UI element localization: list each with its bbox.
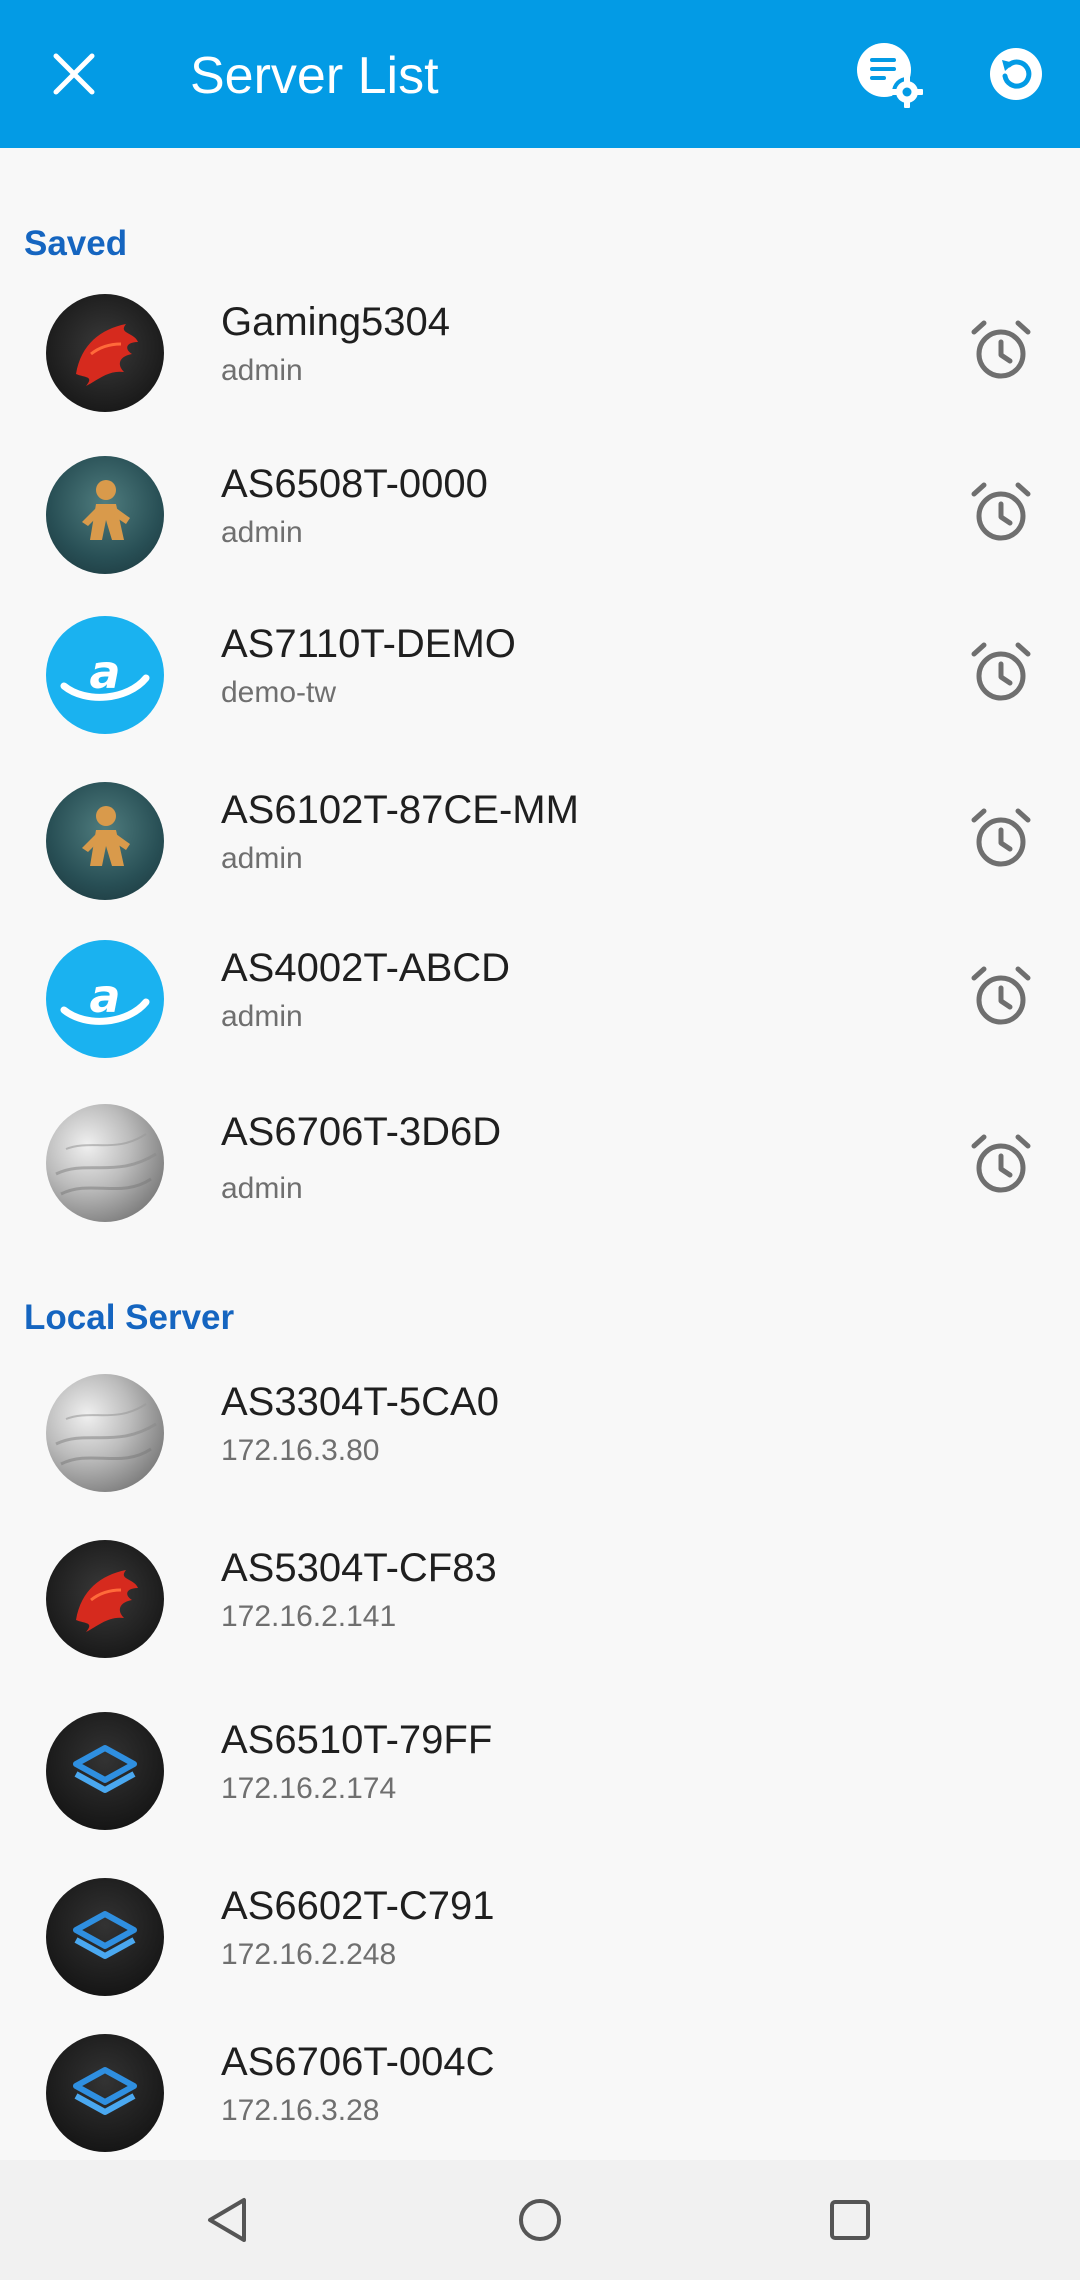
marble-texture-icon	[55, 1403, 157, 1466]
local-server-item[interactable]: AS5304T-CF83 172.16.2.141	[0, 1524, 1080, 1674]
close-button[interactable]	[40, 40, 108, 108]
server-avatar-figure	[46, 782, 164, 900]
server-avatar-asus: a	[46, 940, 164, 1058]
server-avatar-dragon	[46, 294, 164, 412]
svg-text:a: a	[89, 645, 120, 699]
saved-server-item[interactable]: Gaming5304 admin	[0, 278, 1080, 428]
refresh-button[interactable]	[978, 36, 1054, 112]
server-name: Gaming5304	[221, 300, 451, 344]
server-name: AS5304T-CF83	[221, 1546, 497, 1590]
saved-server-item[interactable]: a AS4002T-ABCD admin	[0, 924, 1080, 1074]
section-header-saved: Saved	[24, 224, 128, 263]
server-user: admin	[221, 1172, 303, 1205]
system-navigation-bar	[0, 2160, 1080, 2280]
marble-texture-icon	[55, 1133, 157, 1196]
server-list-screen: Server List Saved Gaming5304 admin AS650…	[0, 0, 1080, 2280]
manage-servers-button[interactable]	[852, 36, 928, 112]
server-ip: 172.16.3.80	[221, 1434, 380, 1467]
svg-text:a: a	[89, 969, 120, 1023]
server-name: AS6510T-79FF	[221, 1718, 493, 1762]
alarm-clock-icon[interactable]	[968, 640, 1034, 706]
local-server-item[interactable]: AS6602T-C791 172.16.2.248	[0, 1862, 1080, 2012]
server-user: admin	[221, 516, 303, 549]
server-name: AS6706T-3D6D	[221, 1110, 502, 1154]
dragon-icon	[76, 324, 138, 386]
saved-server-item[interactable]: AS6102T-87CE-MM admin	[0, 766, 1080, 916]
figure-icon	[82, 480, 130, 540]
server-ip: 172.16.2.248	[221, 1938, 397, 1971]
server-avatar-dragon	[46, 1540, 164, 1658]
home-circle-icon[interactable]	[506, 2186, 574, 2254]
server-avatar-layers	[46, 1712, 164, 1830]
local-server-item[interactable]: AS6706T-004C 172.16.3.28	[0, 2018, 1080, 2168]
server-avatar-figure	[46, 456, 164, 574]
server-ip: 172.16.2.141	[221, 1600, 397, 1633]
refresh-icon	[990, 48, 1042, 100]
server-name: AS6102T-87CE-MM	[221, 788, 579, 832]
server-name: AS6508T-0000	[221, 462, 488, 506]
server-user: admin	[221, 1000, 303, 1033]
alarm-clock-icon[interactable]	[968, 480, 1034, 546]
alarm-clock-icon[interactable]	[968, 964, 1034, 1030]
saved-server-item[interactable]: AS6508T-0000 admin	[0, 440, 1080, 590]
server-avatar-marble	[46, 1104, 164, 1222]
saved-server-item[interactable]: a AS7110T-DEMO demo-tw	[0, 600, 1080, 750]
figure-icon	[82, 806, 130, 866]
asustor-logo-icon: a	[60, 645, 150, 701]
server-ip: 172.16.3.28	[221, 2094, 380, 2127]
server-name: AS4002T-ABCD	[221, 946, 511, 990]
alarm-clock-icon[interactable]	[968, 318, 1034, 384]
local-server-item[interactable]: AS3304T-5CA0 172.16.3.80	[0, 1358, 1080, 1508]
page-title: Server List	[190, 47, 439, 105]
server-avatar-marble	[46, 1374, 164, 1492]
server-name: AS6602T-C791	[221, 1884, 495, 1928]
list-settings-icon	[857, 43, 923, 108]
saved-server-item[interactable]: AS6706T-3D6D admin	[0, 1088, 1080, 1238]
recents-square-icon[interactable]	[816, 2186, 884, 2254]
server-avatar-layers	[46, 2034, 164, 2152]
layers-logo-icon	[73, 1911, 137, 1959]
server-ip: 172.16.2.174	[221, 1772, 397, 1805]
app-bar: Server List	[0, 0, 1080, 148]
back-triangle-icon[interactable]	[194, 2186, 262, 2254]
alarm-clock-icon[interactable]	[968, 806, 1034, 872]
local-server-item[interactable]: AS6510T-79FF 172.16.2.174	[0, 1696, 1080, 1846]
server-avatar-layers	[46, 1878, 164, 1996]
server-user: admin	[221, 842, 303, 875]
server-name: AS7110T-DEMO	[221, 622, 516, 666]
alarm-clock-icon[interactable]	[968, 1132, 1034, 1198]
server-user: demo-tw	[221, 676, 337, 709]
server-name: AS3304T-5CA0	[221, 1380, 499, 1424]
close-icon	[53, 53, 95, 95]
server-name: AS6706T-004C	[221, 2040, 495, 2084]
server-user: admin	[221, 354, 303, 387]
server-avatar-asus: a	[46, 616, 164, 734]
section-header-local-server: Local Server	[24, 1298, 235, 1337]
asustor-logo-icon: a	[60, 969, 150, 1025]
layers-logo-icon	[73, 1745, 137, 1793]
layers-logo-icon	[73, 2067, 137, 2115]
dragon-icon	[76, 1570, 138, 1632]
